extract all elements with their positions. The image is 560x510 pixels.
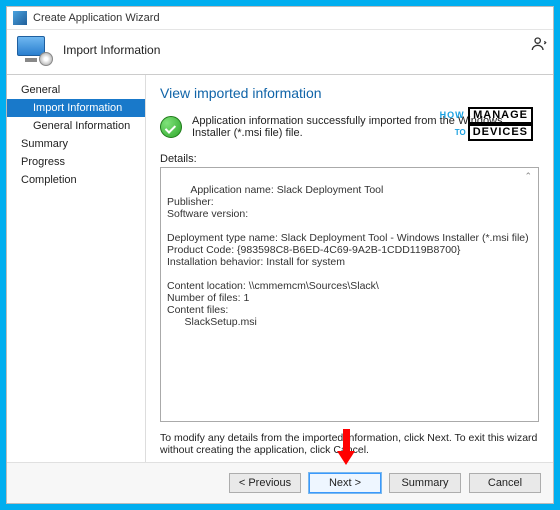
sidebar-item-progress[interactable]: Progress — [7, 153, 145, 171]
details-content: Application name: Slack Deployment Tool … — [167, 184, 529, 328]
watermark: HOW MANAGE TO DEVICES — [440, 107, 533, 141]
main-panel: View imported information HOW MANAGE TO … — [145, 75, 553, 462]
wizard-header: Import Information — [7, 30, 553, 74]
sidebar-item-general[interactable]: General — [7, 81, 145, 99]
wizard-window: Create Application Wizard Import Informa… — [6, 6, 554, 504]
header-step-label: Import Information — [63, 43, 160, 57]
summary-button[interactable]: Summary — [389, 473, 461, 493]
success-check-icon — [160, 116, 182, 138]
details-label: Details: — [160, 153, 539, 165]
app-icon — [13, 11, 27, 25]
user-icon — [531, 36, 547, 57]
computer-disc-icon — [17, 36, 51, 64]
titlebar: Create Application Wizard — [7, 7, 553, 30]
sidebar-item-general-information[interactable]: General Information — [7, 117, 145, 135]
scroll-up-icon[interactable]: ⌃ — [524, 171, 532, 182]
step-sidebar: General Import Information General Infor… — [7, 75, 145, 462]
hint-text: To modify any details from the imported … — [160, 432, 539, 456]
wizard-body: General Import Information General Infor… — [7, 75, 553, 462]
next-button[interactable]: Next > — [309, 473, 381, 493]
sidebar-item-import-information[interactable]: Import Information — [7, 99, 145, 117]
sidebar-item-summary[interactable]: Summary — [7, 135, 145, 153]
page-title: View imported information — [160, 85, 539, 101]
details-textarea[interactable]: Application name: Slack Deployment Tool … — [160, 167, 539, 422]
window-title: Create Application Wizard — [33, 12, 160, 24]
cancel-button[interactable]: Cancel — [469, 473, 541, 493]
button-row: < Previous Next > Summary Cancel — [7, 462, 553, 503]
previous-button[interactable]: < Previous — [229, 473, 301, 493]
sidebar-item-completion[interactable]: Completion — [7, 171, 145, 189]
